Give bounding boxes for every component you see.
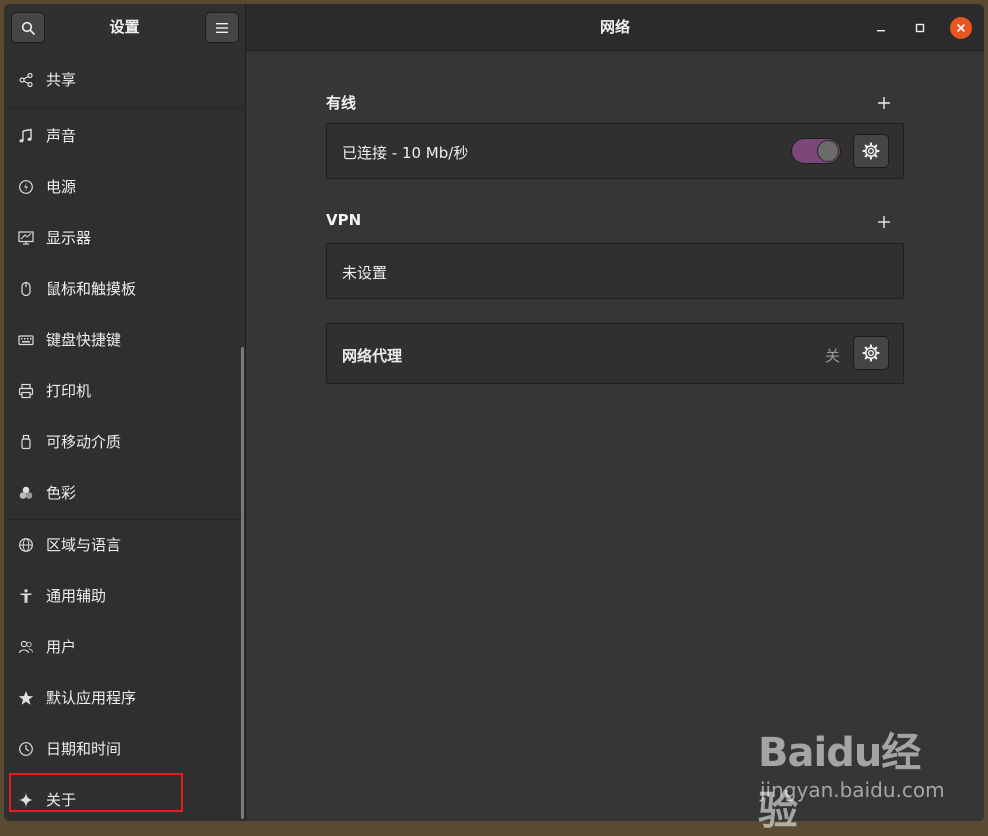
- printer-icon: [16, 381, 36, 401]
- sidebar: 共享 声音 电源 显示器 鼠标和触摸板 键盘快捷键 打印机 可移动介质 色彩 区…: [4, 51, 246, 821]
- search-button[interactable]: [11, 12, 45, 43]
- proxy-status: 关: [825, 347, 841, 365]
- wired-status: 已连接 - 10 Mb/秒: [342, 144, 469, 162]
- sidebar-header: 设置: [4, 4, 246, 51]
- keyboard-icon: [16, 330, 36, 350]
- sidebar-item-label: 可移动介质: [46, 433, 122, 451]
- hamburger-menu-icon: [216, 22, 228, 33]
- sidebar-item-default-apps[interactable]: 默认应用程序: [4, 672, 244, 723]
- sidebar-item-label: 声音: [46, 127, 77, 145]
- sidebar-item-printers[interactable]: 打印机: [4, 365, 244, 416]
- wired-connection-card: 已连接 - 10 Mb/秒: [326, 123, 904, 179]
- maximize-button[interactable]: [908, 16, 932, 40]
- proxy-title: 网络代理: [342, 347, 403, 365]
- menu-button[interactable]: [205, 12, 239, 43]
- sidebar-item-label: 电源: [46, 178, 77, 196]
- sidebar-item-accessibility[interactable]: 通用辅助: [4, 570, 244, 621]
- highlight-box: [9, 773, 183, 812]
- sidebar-item-mouse[interactable]: 鼠标和触摸板: [4, 263, 244, 314]
- sidebar-item-sharing[interactable]: 共享: [4, 54, 244, 105]
- vpn-status: 未设置: [342, 264, 388, 282]
- main-panel: 有线 已连接 - 10 Mb/秒 VPN 未设置 网络代理 关: [246, 51, 984, 821]
- sidebar-item-label: 通用辅助: [46, 587, 107, 605]
- add-vpn-button[interactable]: [874, 212, 894, 232]
- maximize-icon: [915, 23, 925, 33]
- sidebar-item-region-language[interactable]: 区域与语言: [4, 519, 244, 570]
- sidebar-item-label: 打印机: [46, 382, 92, 400]
- globe-icon: [16, 535, 36, 555]
- sidebar-item-color[interactable]: 色彩: [4, 467, 244, 518]
- sidebar-item-label: 区域与语言: [46, 536, 122, 554]
- sidebar-item-label: 键盘快捷键: [46, 331, 122, 349]
- sidebar-item-label: 日期和时间: [46, 740, 122, 758]
- sidebar-scrollbar[interactable]: [241, 347, 244, 819]
- sidebar-item-label: 显示器: [46, 229, 92, 247]
- music-note-icon: [16, 126, 36, 146]
- sidebar-item-removable-media[interactable]: 可移动介质: [4, 416, 244, 467]
- divider: [4, 108, 244, 109]
- wired-toggle[interactable]: [791, 138, 841, 164]
- vpn-section-title: VPN: [326, 211, 362, 229]
- sidebar-item-label: 共享: [46, 71, 77, 89]
- sidebar-item-users[interactable]: 用户: [4, 621, 244, 672]
- minimize-button[interactable]: [869, 16, 893, 40]
- sidebar-item-label: 用户: [46, 638, 77, 656]
- mouse-icon: [16, 279, 36, 299]
- clock-icon: [16, 739, 36, 759]
- proxy-card[interactable]: 网络代理 关: [326, 323, 904, 384]
- sidebar-item-label: 默认应用程序: [46, 689, 137, 707]
- plus-icon: [878, 97, 890, 109]
- vpn-card: 未设置: [326, 243, 904, 299]
- star-icon: [16, 688, 36, 708]
- users-icon: [16, 637, 36, 657]
- minimize-icon: [877, 30, 885, 32]
- sidebar-item-label: 色彩: [46, 484, 77, 502]
- sidebar-item-keyboard[interactable]: 键盘快捷键: [4, 314, 244, 365]
- power-icon: [16, 177, 36, 197]
- close-button[interactable]: [950, 17, 972, 39]
- settings-window: 设置 网络 共享 声音 电源 显示器 鼠标和触摸板 键盘快捷键 打印机 可移动介…: [4, 4, 984, 821]
- color-icon: [16, 483, 36, 503]
- main-header: 网络: [246, 4, 984, 51]
- search-icon: [21, 21, 35, 35]
- gear-icon: [862, 142, 880, 160]
- wired-settings-button[interactable]: [853, 134, 889, 168]
- proxy-settings-button[interactable]: [853, 336, 889, 370]
- display-icon: [16, 228, 36, 248]
- sidebar-item-label: 鼠标和触摸板: [46, 280, 137, 298]
- close-icon: [957, 24, 965, 32]
- gear-icon: [862, 344, 880, 362]
- header-bar: 设置 网络: [4, 4, 984, 51]
- wired-section-title: 有线: [326, 94, 357, 112]
- sidebar-item-sound[interactable]: 声音: [4, 110, 244, 161]
- toggle-knob: [817, 140, 839, 162]
- accessibility-icon: [16, 586, 36, 606]
- plus-icon: [878, 216, 890, 228]
- add-wired-button[interactable]: [874, 93, 894, 113]
- share-icon: [16, 70, 36, 90]
- usb-drive-icon: [16, 432, 36, 452]
- sidebar-item-displays[interactable]: 显示器: [4, 212, 244, 263]
- sidebar-item-date-time[interactable]: 日期和时间: [4, 723, 244, 774]
- sidebar-item-power[interactable]: 电源: [4, 161, 244, 212]
